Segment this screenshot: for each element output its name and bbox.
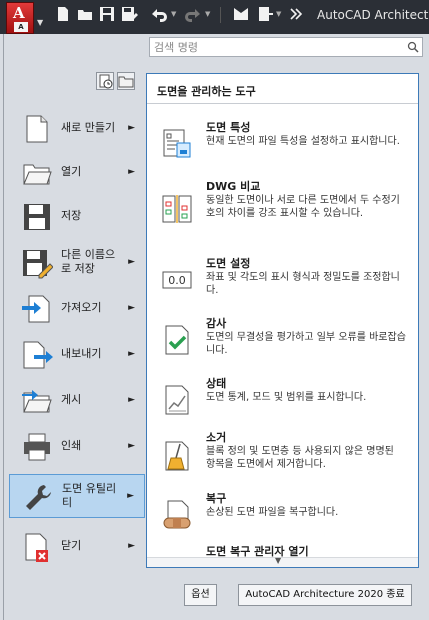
menu-item-drawing-utilities[interactable]: 도면 유틸리티 ► [9,474,145,518]
chevron-down-icon: ▼ [37,18,44,27]
publish-icon [21,385,53,417]
sheet-dropdown-icon[interactable]: ▼ [276,10,281,18]
options-button[interactable]: 옵션 [184,584,217,606]
menu-item-new[interactable]: 새로 만들기 ► [9,106,145,150]
new-document-icon [21,113,53,145]
redo-dropdown-icon[interactable]: ▼ [205,10,210,18]
search-input[interactable] [154,39,404,55]
wrench-icon [22,482,54,514]
menu-item-print[interactable]: 인쇄 ► [9,424,145,468]
application-menu-button[interactable]: A A ▼ [3,2,45,34]
chevron-right-icon: ► [128,123,135,133]
redo-icon[interactable] [184,5,202,23]
open-icon[interactable] [76,5,94,23]
close-document-icon [21,531,53,563]
autocad-logo-icon: A A [6,2,34,34]
tool-recover[interactable]: 복구 손상된 도면 파일을 복구합니다. [147,492,418,550]
tool-dwg-compare[interactable]: DWG 비교 동일한 도면이나 서로 다른 도면에서 두 수정기호의 차이를 강… [147,180,418,238]
undo-icon[interactable] [150,5,168,23]
title-bar: A A ▼ ▼ ▼ ▼ AutoCAD Architectur [0,0,429,34]
drawing-properties-icon [162,129,192,159]
menu-item-save-as[interactable]: 다른 이름으로 저장 ► [9,240,145,284]
chevron-right-icon: ► [128,257,135,267]
chevron-right-icon: ► [128,167,135,177]
tool-drawing-settings[interactable]: 0.0 도면 설정 좌표 및 각도의 표시 형식과 정밀도를 조정합니다. [147,257,418,315]
chevron-right-icon: ► [128,303,135,313]
save-as-icon[interactable] [120,5,138,23]
open-documents-button[interactable] [117,72,135,90]
menu-item-open[interactable]: 열기 ► [9,150,145,194]
search-box[interactable] [149,37,423,57]
chevron-icon[interactable] [286,5,304,23]
chevron-right-icon: ► [128,441,135,451]
dwg-compare-icon [162,194,192,224]
audit-check-icon [162,325,192,355]
undo-dropdown-icon[interactable]: ▼ [171,10,176,18]
menu-item-import[interactable]: 가져오기 ► [9,286,145,330]
chevron-right-icon: ► [128,541,135,551]
workspace-icon[interactable] [232,5,250,23]
search-icon[interactable] [407,41,419,53]
application-menu: 새로 만들기 ► 열기 ► 저장 다른 이름으로 저장 ► 가져오기 ► 내보내… [3,34,429,620]
panel-header: 도면을 관리하는 도구 [147,74,418,104]
chevron-right-icon: ► [127,491,134,501]
status-chart-icon [162,385,192,415]
svg-text:0.0: 0.0 [168,274,186,287]
save-disk-icon [21,201,53,233]
menu-item-export[interactable]: 내보내기 ► [9,332,145,376]
chevron-down-icon: ▼ [275,556,282,565]
panel-scroll-down[interactable]: ▼ [147,556,418,567]
import-icon [21,293,53,325]
drawing-utilities-panel: 도면을 관리하는 도구 도면 특성 현재 도면의 파일 특성을 설정하고 표시합… [146,73,419,568]
menu-item-close[interactable]: 닫기 ► [9,524,145,568]
sheet-icon[interactable] [256,5,274,23]
menu-item-save[interactable]: 저장 [9,194,145,238]
new-icon[interactable] [54,5,72,23]
tool-audit[interactable]: 감사 도면의 무결성을 평가하고 일부 오류를 바로잡습니다. [147,317,418,375]
purge-broom-icon [162,441,192,471]
export-icon [21,339,53,371]
tool-purge[interactable]: 소거 블록 정의 및 도면층 등 사용되지 않은 명명된 항목을 도면에서 제거… [147,431,418,489]
exit-autocad-button[interactable]: AutoCAD Architecture 2020 종료 [238,584,412,606]
printer-icon [21,431,53,463]
save-as-pencil-icon [21,247,53,279]
app-title: AutoCAD Architectur [317,8,429,22]
recover-bandage-icon [162,500,192,530]
save-icon[interactable] [98,5,116,23]
units-icon: 0.0 [162,265,192,295]
chevron-right-icon: ► [128,349,135,359]
toolbar-divider [220,7,221,23]
recent-documents-button[interactable] [96,72,114,90]
tool-status[interactable]: 상태 도면 통계, 모드 및 범위를 표시합니다. [147,377,418,435]
open-folder-icon [21,157,53,189]
menu-item-publish[interactable]: 게시 ► [9,378,145,422]
tool-drawing-properties[interactable]: 도면 특성 현재 도면의 파일 특성을 설정하고 표시합니다. [147,121,418,179]
chevron-right-icon: ► [128,395,135,405]
